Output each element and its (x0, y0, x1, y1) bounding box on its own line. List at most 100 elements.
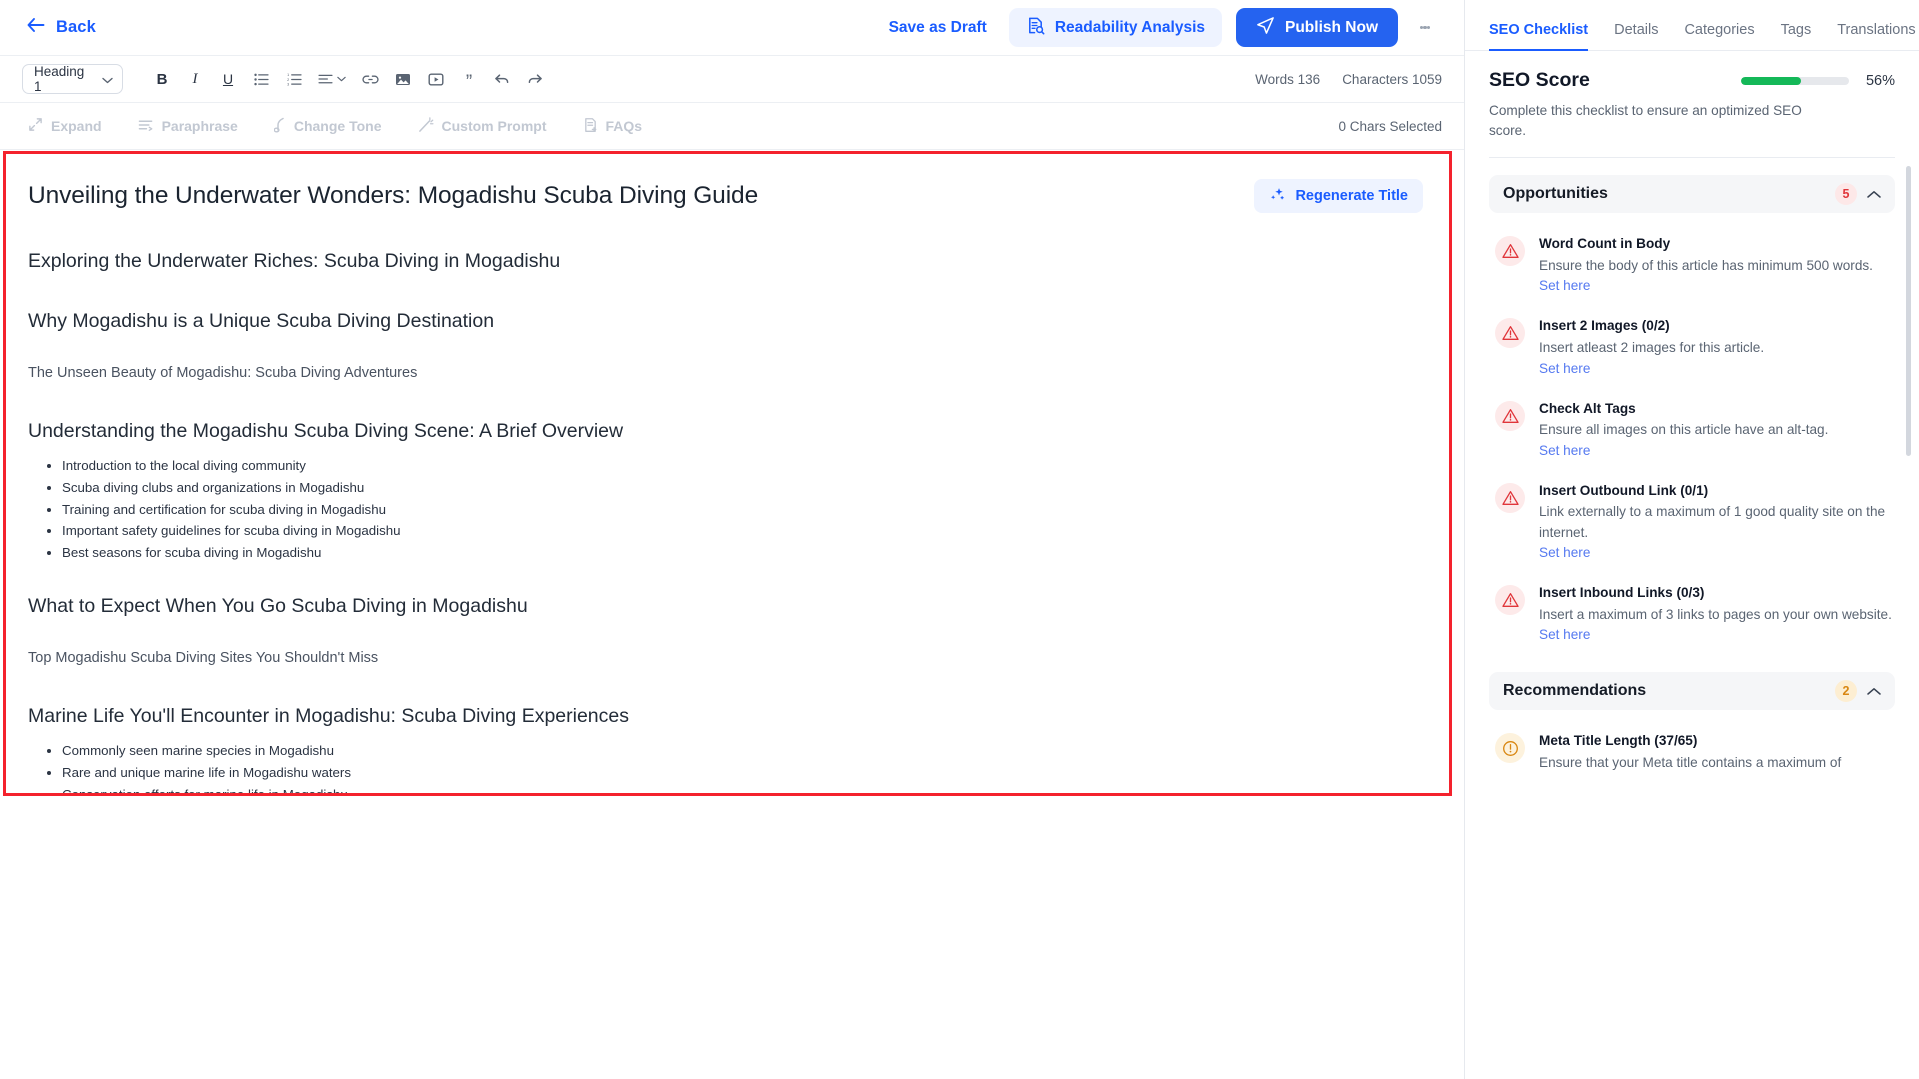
chevron-up-icon[interactable] (1867, 684, 1881, 699)
seo-score-progress-fill (1741, 76, 1802, 85)
heading-level-value: Heading 1 (34, 64, 85, 94)
set-here-link[interactable]: Set here (1539, 627, 1590, 642)
checklist-item-description: Ensure that your Meta title contains a m… (1539, 754, 1842, 770)
checklist-item-body: Meta Title Length (37/65) Ensure that yo… (1539, 732, 1893, 773)
chevron-down-icon (102, 72, 113, 87)
checklist-item-title: Word Count in Body (1539, 236, 1671, 252)
list-item[interactable]: Rare and unique marine life in Mogadishu… (62, 764, 1423, 781)
document-heading[interactable]: Exploring the Underwater Riches: Scuba D… (28, 249, 1423, 273)
seo-score-description: Complete this checklist to ensure an opt… (1489, 103, 1802, 138)
video-button[interactable] (421, 64, 451, 94)
tab-categories[interactable]: Categories (1684, 22, 1754, 51)
paraphrase-icon (138, 118, 154, 135)
list-item[interactable]: Important safety guidelines for scuba di… (62, 522, 1423, 539)
blockquote-button[interactable]: ” (454, 64, 484, 94)
document-bullet-list[interactable]: Commonly seen marine species in Mogadish… (46, 742, 1423, 793)
checklist-item-body: Insert Inbound Links (0/3) Insert a maxi… (1539, 584, 1893, 644)
checklist-item-body: Check Alt Tags Ensure all images on this… (1539, 400, 1893, 460)
list-item[interactable]: Commonly seen marine species in Mogadish… (62, 742, 1423, 759)
underline-button[interactable]: U (213, 64, 243, 94)
ai-custom-prompt-button[interactable]: Custom Prompt (418, 116, 547, 136)
publish-now-button[interactable]: Publish Now (1236, 8, 1398, 47)
ai-change-tone-button[interactable]: Change Tone (273, 117, 382, 136)
bulleted-list-button[interactable] (246, 64, 276, 94)
opportunities-section-header[interactable]: Opportunities 5 (1489, 175, 1895, 214)
ai-expand-button[interactable]: Expand (28, 117, 102, 135)
image-button[interactable] (388, 64, 418, 94)
kebab-menu-icon[interactable] (1408, 8, 1442, 47)
seo-score-header: SEO Score 56% Complete this checklist to… (1465, 51, 1919, 159)
back-label: Back (56, 18, 96, 36)
editor-counters: Words 136 Characters 1059 (1255, 72, 1442, 87)
list-item[interactable]: Conservation efforts for marine life in … (62, 786, 1423, 793)
checklist-item[interactable]: Word Count in Body Ensure the body of th… (1489, 235, 1895, 295)
chevron-up-icon[interactable] (1867, 187, 1881, 202)
save-as-draft-button[interactable]: Save as Draft (889, 19, 987, 37)
svg-text:3: 3 (287, 82, 289, 86)
document-heading[interactable]: Why Mogadishu is a Unique Scuba Diving D… (28, 309, 1423, 333)
svg-text:2: 2 (287, 77, 289, 81)
expand-arrows-icon (28, 117, 43, 135)
checklist-item-title: Insert Inbound Links (0/3) (1539, 585, 1705, 601)
link-button[interactable] (355, 64, 385, 94)
set-here-link[interactable]: Set here (1539, 545, 1590, 560)
redo-button[interactable] (520, 64, 550, 94)
document-paragraph[interactable]: The Unseen Beauty of Mogadishu: Scuba Di… (28, 364, 1423, 383)
checklist-item[interactable]: Insert Outbound Link (0/1) Link external… (1489, 482, 1895, 562)
list-item[interactable]: Best seasons for scuba diving in Mogadis… (62, 544, 1423, 561)
set-here-link[interactable]: Set here (1539, 278, 1590, 293)
tab-translations[interactable]: Translations (1837, 22, 1915, 51)
tab-details[interactable]: Details (1614, 22, 1658, 51)
music-note-icon (273, 117, 286, 136)
document-editor-area[interactable]: Unveiling the Underwater Wonders: Mogadi… (3, 151, 1452, 796)
checklist-item-description: Link externally to a maximum of 1 good q… (1539, 504, 1886, 540)
document-title[interactable]: Unveiling the Underwater Wonders: Mogadi… (28, 176, 1254, 212)
checklist-item[interactable]: Check Alt Tags Ensure all images on this… (1489, 400, 1895, 460)
ai-expand-label: Expand (51, 118, 102, 134)
seo-score-row: SEO Score 56% (1489, 69, 1895, 92)
text-align-button[interactable] (312, 64, 352, 94)
ai-paraphrase-label: Paraphrase (161, 118, 238, 134)
sparkle-icon (1269, 186, 1286, 207)
checklist-item[interactable]: Insert 2 Images (0/2) Insert atleast 2 i… (1489, 317, 1895, 377)
set-here-link[interactable]: Set here (1539, 361, 1590, 376)
numbered-list-button[interactable]: 1 2 3 (279, 64, 309, 94)
document-bullet-list[interactable]: Introduction to the local diving communi… (46, 457, 1423, 561)
sidebar-scrollbar-thumb[interactable] (1906, 166, 1911, 457)
sidebar-scrollbar-track (1906, 158, 1915, 1079)
publish-now-label: Publish Now (1285, 18, 1378, 36)
ai-toolbar: Expand Paraphrase Change Tone Custom Pro… (0, 103, 1464, 150)
app-root: Back Save as Draft Readability Analysis (0, 0, 1919, 1079)
list-item[interactable]: Training and certification for scuba div… (62, 501, 1423, 518)
recommendations-section-header[interactable]: Recommendations 2 (1489, 672, 1895, 711)
document-heading[interactable]: Marine Life You'll Encounter in Mogadish… (28, 704, 1423, 728)
heading-level-select[interactable]: Heading 1 (22, 64, 123, 94)
list-item[interactable]: Scuba diving clubs and organizations in … (62, 479, 1423, 496)
document-canvas: Unveiling the Underwater Wonders: Mogadi… (0, 150, 1464, 1079)
tab-tags[interactable]: Tags (1781, 22, 1812, 51)
ai-paraphrase-button[interactable]: Paraphrase (138, 118, 238, 135)
set-here-link[interactable]: Set here (1539, 443, 1590, 458)
warning-triangle-icon (1495, 318, 1525, 349)
document-paragraph[interactable]: Top Mogadishu Scuba Diving Sites You Sho… (28, 649, 1423, 668)
ai-faqs-button[interactable]: FAQs (583, 117, 642, 136)
back-button[interactable]: Back (26, 17, 96, 38)
warning-triangle-icon (1495, 236, 1525, 267)
regenerate-title-button[interactable]: Regenerate Title (1254, 179, 1423, 213)
checklist-item[interactable]: Insert Inbound Links (0/3) Insert a maxi… (1489, 584, 1895, 644)
list-item[interactable]: Introduction to the local diving communi… (62, 457, 1423, 474)
checklist-item[interactable]: Meta Title Length (37/65) Ensure that yo… (1489, 732, 1895, 773)
ai-change-tone-label: Change Tone (293, 118, 382, 134)
undo-button[interactable] (487, 64, 517, 94)
tab-seo-checklist[interactable]: SEO Checklist (1489, 22, 1589, 51)
seo-score-title: SEO Score (1489, 69, 1590, 91)
bold-button[interactable]: B (147, 64, 177, 94)
svg-text:1: 1 (287, 73, 289, 77)
checklist-item-title: Meta Title Length (37/65) (1539, 733, 1698, 749)
readability-analysis-button[interactable]: Readability Analysis (1008, 8, 1222, 47)
italic-button[interactable]: I (180, 64, 210, 94)
faq-document-icon (583, 117, 598, 136)
checklist-item-title: Insert Outbound Link (0/1) (1539, 482, 1709, 498)
document-heading[interactable]: Understanding the Mogadishu Scuba Diving… (28, 419, 1423, 443)
document-heading[interactable]: What to Expect When You Go Scuba Diving … (28, 594, 1423, 618)
